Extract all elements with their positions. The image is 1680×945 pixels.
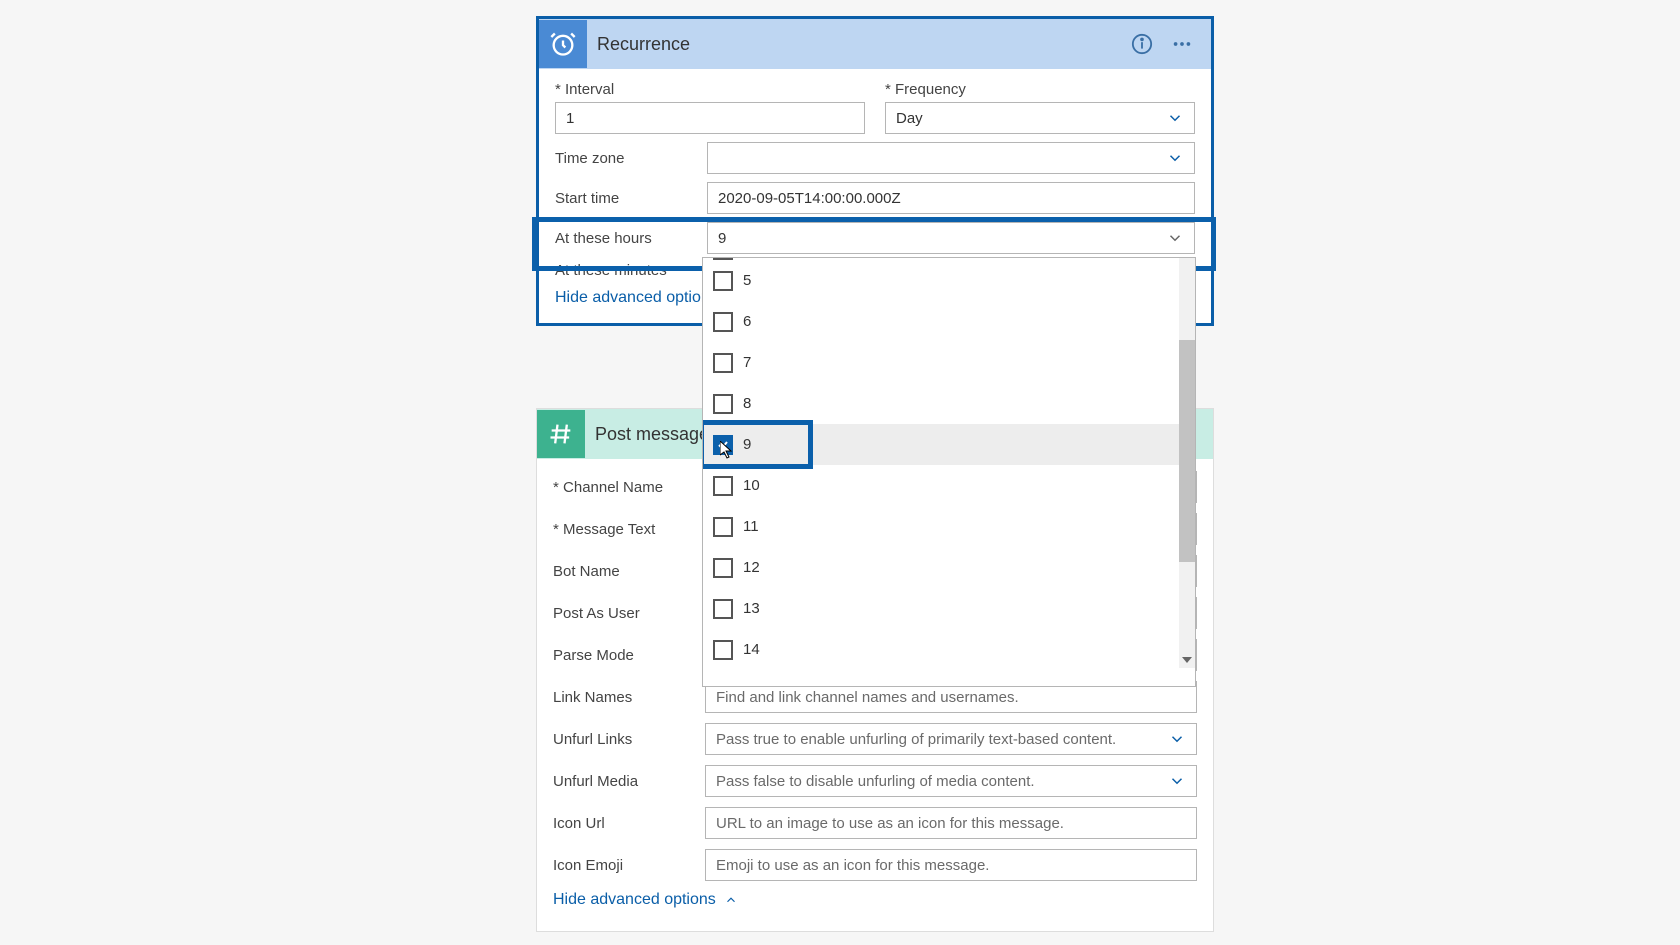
minutes-label: At these minutes (555, 262, 707, 279)
checkbox-checked-icon (713, 435, 733, 455)
hours-option[interactable]: 14 (703, 629, 1195, 670)
interval-input[interactable]: 1 (555, 102, 865, 134)
checkbox-icon (713, 353, 733, 373)
checkbox-icon (713, 558, 733, 578)
iconemoji-input[interactable]: Emoji to use as an icon for this message… (705, 849, 1197, 881)
hours-option-label: 8 (743, 395, 751, 412)
hours-dropdown: 4 567891011121314 (702, 257, 1196, 687)
chevron-up-icon (724, 893, 738, 907)
chevron-down-icon (1168, 730, 1186, 748)
checkbox-icon (713, 599, 733, 619)
message-label: Message Text (553, 521, 705, 538)
hours-option[interactable]: 9 (703, 424, 1195, 465)
hours-option[interactable]: 13 (703, 588, 1195, 629)
hours-option[interactable]: 11 (703, 506, 1195, 547)
interval-label: Interval (555, 81, 865, 98)
iconurl-label: Icon Url (553, 815, 705, 832)
iconurl-input[interactable]: URL to an image to use as an icon for th… (705, 807, 1197, 839)
checkbox-icon (713, 271, 733, 291)
timezone-label: Time zone (555, 150, 707, 167)
hours-option-label: 9 (743, 436, 751, 453)
starttime-input[interactable]: 2020-09-05T14:00:00.000Z (707, 182, 1195, 214)
hours-option-label: 11 (743, 518, 759, 535)
hours-option[interactable]: 6 (703, 301, 1195, 342)
more-icon[interactable] (1171, 33, 1193, 55)
hours-option-label: 6 (743, 313, 751, 330)
hours-label: At these hours (555, 230, 707, 247)
checkbox-icon (713, 640, 733, 660)
scrollbar-thumb[interactable] (1179, 340, 1195, 562)
unfurl-media-select[interactable]: Pass false to disable unfurling of media… (705, 765, 1197, 797)
chevron-down-icon (1166, 149, 1184, 167)
recurrence-title: Recurrence (597, 34, 1131, 55)
clock-alarm-icon (539, 20, 587, 68)
scroll-down-arrow-icon[interactable] (1179, 652, 1195, 668)
channel-label: Channel Name (553, 479, 705, 496)
chevron-down-icon (1166, 109, 1184, 127)
iconemoji-label: Icon Emoji (553, 857, 705, 874)
hours-option[interactable]: 5 (703, 260, 1195, 301)
unfurl-links-select[interactable]: Pass true to enable unfurling of primari… (705, 723, 1197, 755)
hours-option[interactable]: 8 (703, 383, 1195, 424)
starttime-label: Start time (555, 190, 707, 207)
checkbox-icon (713, 394, 733, 414)
checkbox-icon (713, 312, 733, 332)
linknames-label: Link Names (553, 689, 705, 706)
hours-option-label: 12 (743, 559, 760, 576)
hash-icon (537, 410, 585, 458)
hours-option-label: 13 (743, 600, 760, 617)
unfurl-links-label: Unfurl Links (553, 731, 705, 748)
recurrence-header: Recurrence (539, 19, 1211, 69)
chevron-down-icon (1168, 772, 1186, 790)
timezone-select[interactable] (707, 142, 1195, 174)
frequency-select[interactable]: Day (885, 102, 1195, 134)
hours-select[interactable]: 9 (707, 222, 1195, 254)
unfurl-media-label: Unfurl Media (553, 773, 705, 790)
checkbox-icon (713, 517, 733, 537)
parse-label: Parse Mode (553, 647, 705, 664)
hours-option[interactable]: 10 (703, 465, 1195, 506)
botname-label: Bot Name (553, 563, 705, 580)
checkbox-icon (713, 476, 733, 496)
info-icon[interactable] (1131, 33, 1153, 55)
hours-option-label: 10 (743, 477, 760, 494)
chevron-down-icon (1166, 229, 1184, 247)
postas-label: Post As User (553, 605, 705, 622)
hours-option[interactable]: 7 (703, 342, 1195, 383)
hours-option-label: 5 (743, 272, 751, 289)
hours-option-label: 14 (743, 641, 760, 658)
frequency-label: Frequency (885, 81, 1195, 98)
hours-option[interactable]: 12 (703, 547, 1195, 588)
hide-advanced-link[interactable]: Hide advanced options (553, 891, 1197, 909)
hours-option-label: 7 (743, 354, 751, 371)
